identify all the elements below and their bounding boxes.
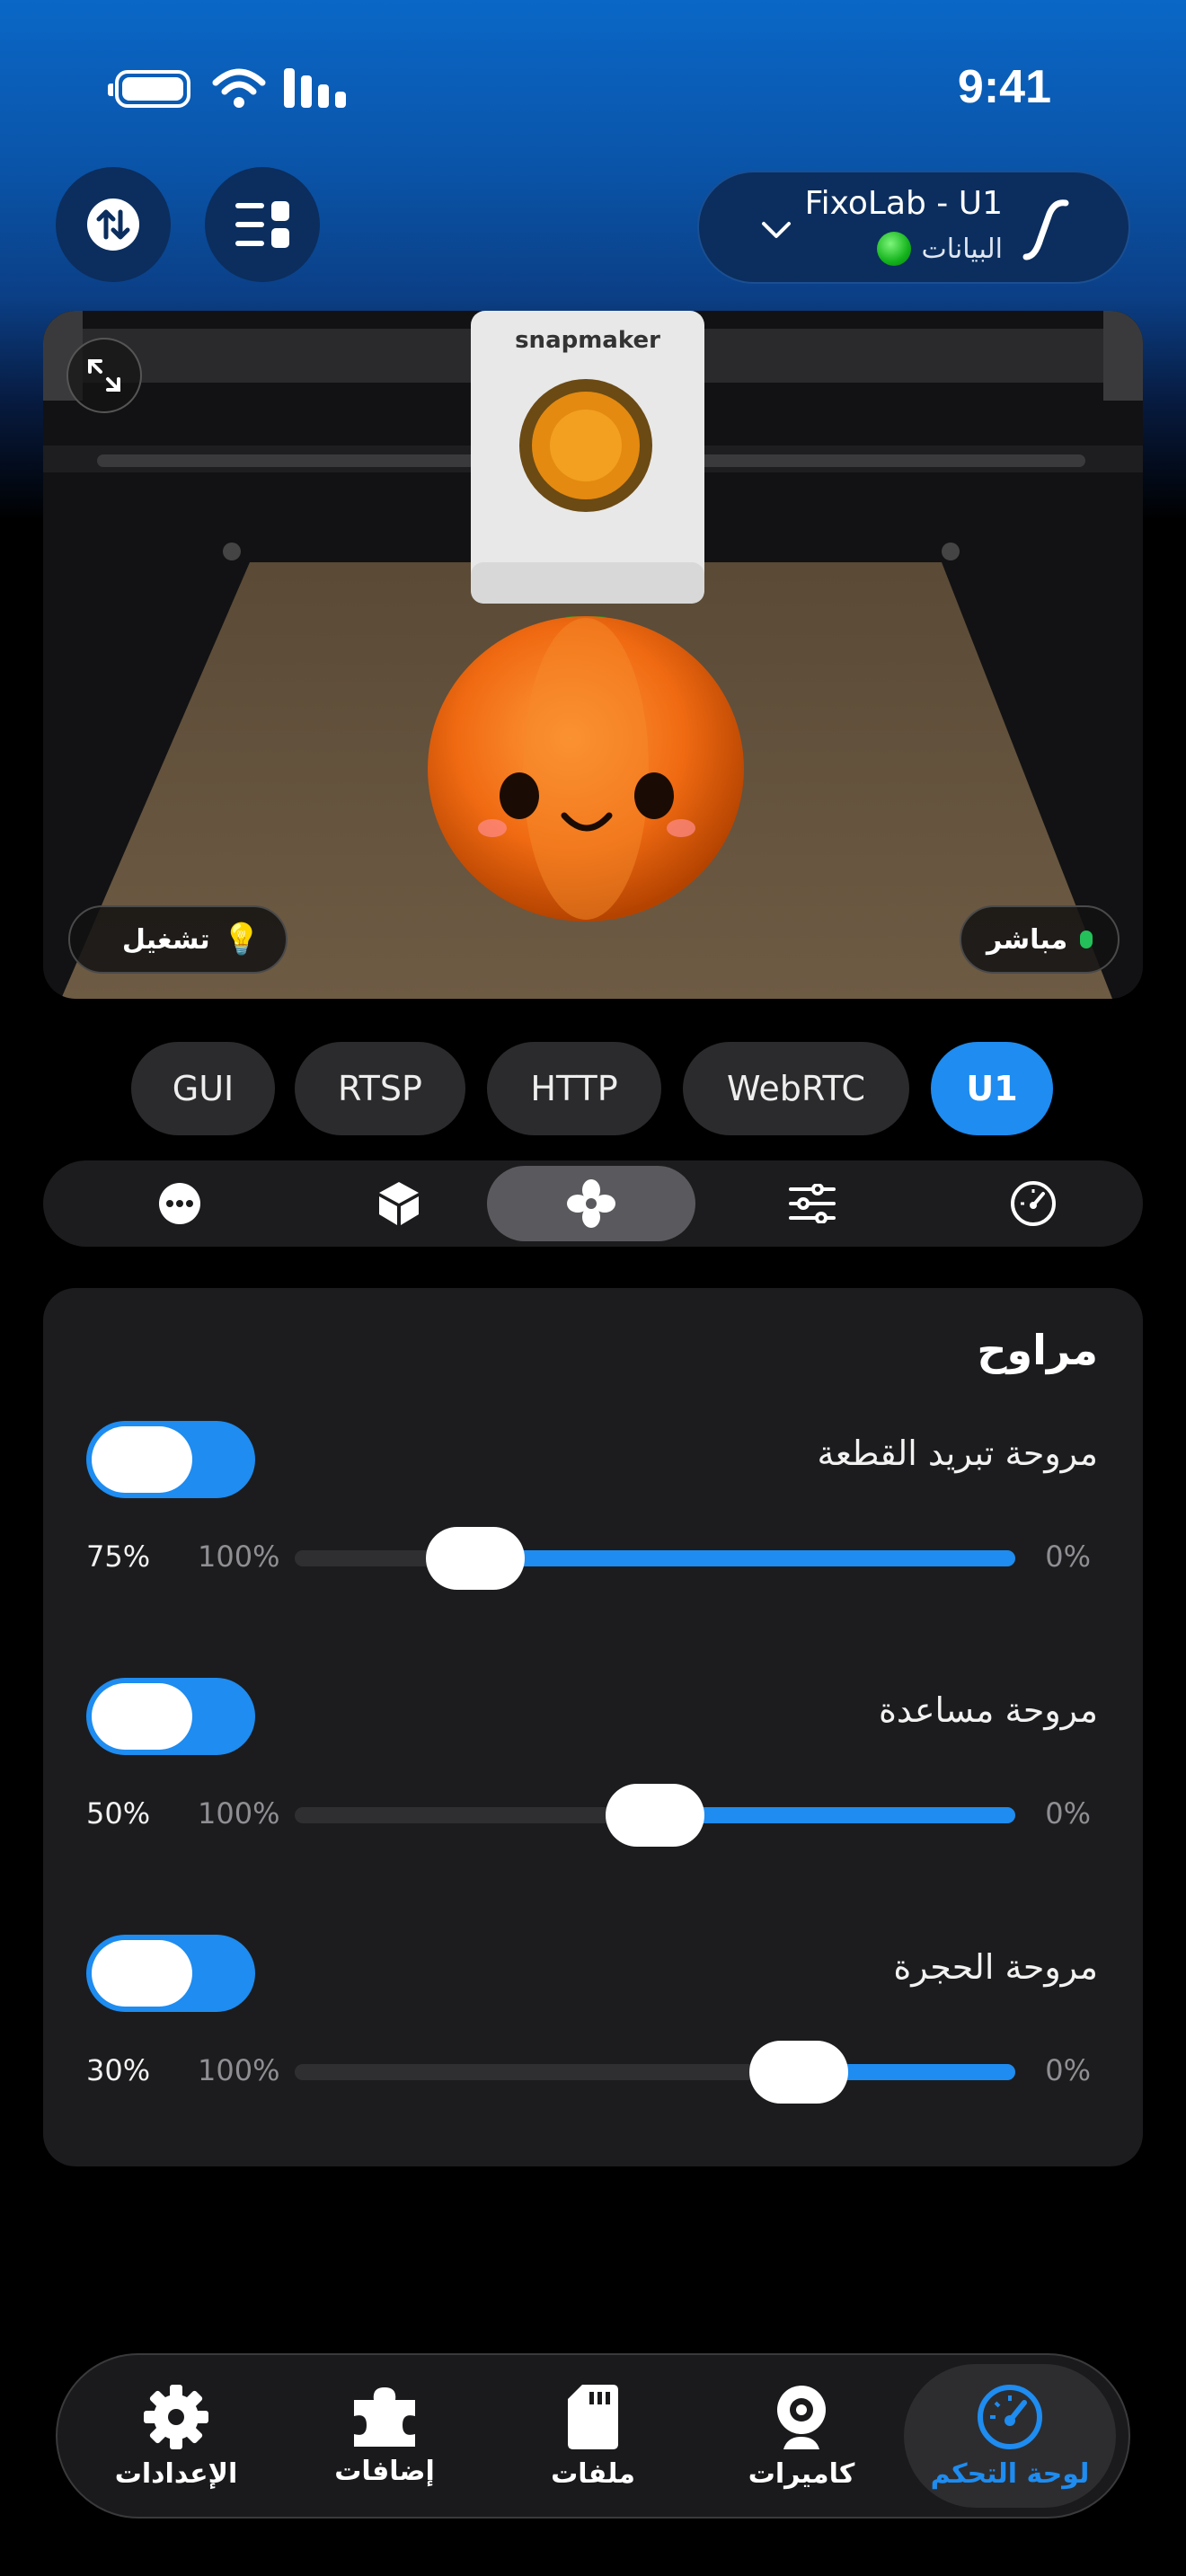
nav-plugins-label: إضافات — [334, 2455, 435, 2487]
status-bar: 9:41 — [0, 0, 1186, 171]
tab-adjust[interactable] — [708, 1166, 916, 1241]
tab-filament[interactable] — [295, 1166, 503, 1241]
gear-icon — [144, 2384, 208, 2449]
fan-min-chamber: 0% — [1045, 2053, 1091, 2087]
sd-card-icon — [568, 2384, 618, 2449]
nav-settings-label: الإعدادات — [114, 2457, 238, 2490]
camera-image — [43, 311, 1143, 999]
status-time: 9:41 — [957, 61, 1051, 113]
sliders-icon — [789, 1184, 836, 1223]
tab-rtsp[interactable]: RTSP — [295, 1042, 465, 1135]
nav-plugins[interactable]: إضافات — [279, 2364, 491, 2508]
live-dot-icon — [1080, 931, 1093, 948]
nav-cameras[interactable]: كاميرات — [695, 2364, 907, 2508]
lightbulb-icon: 💡 — [222, 922, 261, 957]
speedometer-icon — [1011, 1181, 1056, 1226]
printer-status-label: البيانات — [921, 233, 1003, 265]
fan-slider-chamber[interactable] — [295, 2041, 1015, 2104]
tab-webrtc[interactable]: WebRTC — [683, 1042, 909, 1135]
tab-u1[interactable]: U1 — [931, 1042, 1053, 1135]
stream-tabs: GUI RTSP HTTP WebRTC U1 — [0, 1042, 1186, 1135]
fan-label-aux: مروحة مساعدة — [879, 1690, 1098, 1730]
status-dot-icon — [876, 232, 911, 266]
more-icon — [159, 1183, 200, 1224]
tab-fans[interactable] — [487, 1166, 695, 1241]
fan-slider-thumb[interactable] — [425, 1527, 525, 1590]
fan-value-aux: 50% — [86, 1796, 151, 1831]
wifi-icon — [212, 68, 266, 108]
battery-icon — [108, 70, 190, 108]
live-badge: مباشر — [960, 905, 1120, 974]
live-label: مباشر — [987, 923, 1068, 956]
layout-button[interactable] — [205, 167, 320, 282]
fan-toggle-aux[interactable] — [86, 1678, 255, 1755]
tab-speed[interactable] — [929, 1166, 1137, 1241]
fan-min-aux: 0% — [1045, 1796, 1091, 1831]
swap-button[interactable] — [56, 167, 171, 282]
printer-selector[interactable]: FixoLab - U1 البيانات — [697, 171, 1130, 284]
puzzle-icon — [354, 2386, 415, 2447]
light-toggle-button[interactable]: 💡 تشغيل — [68, 905, 288, 974]
tab-more[interactable] — [75, 1166, 284, 1241]
fan-max-part: 100% — [198, 1539, 280, 1574]
nav-cameras-label: كاميرات — [748, 2457, 855, 2490]
webcam-icon — [777, 2385, 826, 2449]
nav-settings[interactable]: الإعدادات — [70, 2364, 282, 2508]
nav-dashboard[interactable]: لوحة التحكم — [904, 2364, 1116, 2508]
fans-title: مراوح — [977, 1326, 1098, 1374]
light-label: تشغيل — [121, 923, 210, 956]
fan-slider-thumb[interactable] — [749, 2041, 849, 2104]
printer-name: FixoLab - U1 — [804, 185, 1003, 222]
nav-files[interactable]: ملفات — [487, 2364, 699, 2508]
dashboard-icon — [978, 2384, 1042, 2449]
fan-slider-fill — [655, 1807, 1015, 1823]
curve-icon — [1022, 199, 1069, 260]
chevron-down-icon — [762, 222, 791, 238]
fan-label-chamber: مروحة الحجرة — [893, 1947, 1098, 1987]
fan-value-part: 75% — [86, 1539, 151, 1574]
fan-max-aux: 100% — [198, 1796, 280, 1831]
nav-dashboard-label: لوحة التحكم — [930, 2457, 1090, 2490]
fan-label-part: مروحة تبريد القطعة — [817, 1434, 1098, 1473]
fan-toggle-chamber[interactable] — [86, 1935, 255, 2012]
fan-slider-aux[interactable] — [295, 1784, 1015, 1847]
fan-icon — [567, 1179, 615, 1228]
signal-icon — [284, 68, 346, 108]
cube-icon — [379, 1182, 419, 1225]
fan-slider-fill — [474, 1550, 1015, 1566]
fan-toggle-part[interactable] — [86, 1421, 255, 1498]
swap-vertical-icon — [87, 198, 139, 251]
camera-view[interactable]: snapmaker 💡 تشغيل مباشر — [43, 311, 1143, 999]
section-tabs — [43, 1160, 1143, 1247]
bottom-nav: الإعدادات إضافات ملفات كاميرات لوحة التح… — [56, 2353, 1130, 2519]
fans-card: مراوح مروحة تبريد القطعة 75% 100% 0% مرو… — [43, 1288, 1143, 2166]
fan-value-chamber: 30% — [86, 2053, 151, 2087]
printer-status: البيانات — [876, 232, 1003, 266]
tab-http[interactable]: HTTP — [487, 1042, 661, 1135]
fan-max-chamber: 100% — [198, 2053, 280, 2087]
tab-gui[interactable]: GUI — [131, 1042, 275, 1135]
fan-min-part: 0% — [1045, 1539, 1091, 1574]
nav-files-label: ملفات — [551, 2457, 635, 2490]
fan-slider-part[interactable] — [295, 1527, 1015, 1590]
printer-brand-logo: snapmaker — [515, 327, 660, 354]
fullscreen-button[interactable] — [66, 338, 142, 413]
list-grid-icon — [235, 201, 289, 248]
expand-icon — [88, 359, 120, 392]
fan-slider-thumb[interactable] — [606, 1784, 704, 1847]
